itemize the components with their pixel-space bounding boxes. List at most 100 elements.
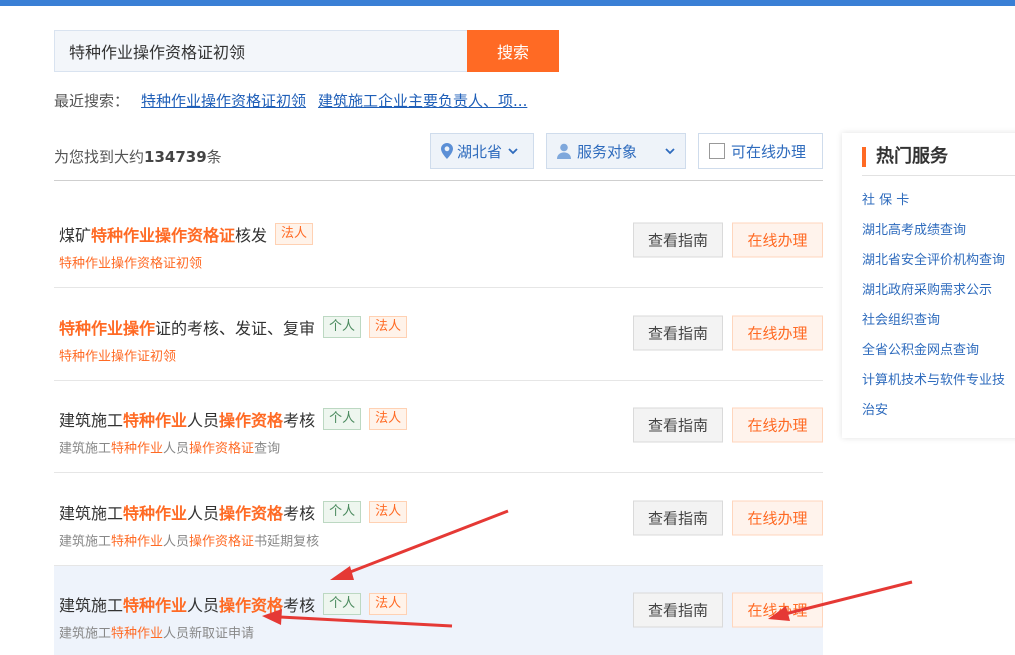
result-title-segment: 人员 (187, 411, 220, 430)
view-guide-button[interactable]: 查看指南 (633, 407, 723, 443)
hot-service-link[interactable]: 湖北高考成绩查询 (862, 219, 966, 238)
online-handle-button[interactable]: 在线办理 (732, 500, 823, 536)
search-button[interactable]: 搜索 (467, 30, 559, 72)
legal-person-tag: 法人 (369, 593, 408, 615)
result-title-segment: 煤矿 (59, 226, 92, 245)
results-divider (54, 180, 823, 181)
result-title[interactable]: 建筑施工 特种作业 人员 操作资格 考核 个人 法人 (59, 500, 408, 524)
service-target-label: 服务对象 (577, 142, 638, 161)
result-title-segment: 考核 (283, 411, 316, 430)
person-icon (557, 143, 571, 159)
recent-label: 最近搜索： (54, 92, 130, 110)
hot-service-link[interactable]: 计算机技术与软件专业技 (862, 369, 1005, 388)
region-filter[interactable]: 湖北省 (430, 133, 534, 169)
result-subtitle-segment: 书延期复核 (254, 534, 320, 550)
result-subtitle-segment: 建筑施工 (59, 626, 112, 642)
result-count-suffix: 条 (206, 148, 222, 166)
result-subtitle-segment: 建筑施工 (59, 441, 112, 457)
result-title-segment: 建筑施工 (59, 411, 124, 430)
result-row: 建筑施工 特种作业 人员 操作资格 考核 个人 法人 建筑施工特种作业人员操作资格证查询 查看指… (54, 381, 823, 473)
recent-searches: 最近搜索： 特种作业操作资格证初领 建筑施工企业主要负责人、项... (54, 90, 527, 111)
individual-tag: 个人 (323, 316, 362, 338)
hot-services-panel: 热门服务 社 保 卡湖北高考成绩查询湖北省安全评价机构查询 湖北政府采购需求公示社… (842, 133, 1015, 438)
view-guide-button[interactable]: 查看指南 (633, 592, 723, 628)
result-title[interactable]: 特种作业操作 证的考核、发证、复审 个人 法人 (59, 315, 408, 339)
recent-link-2[interactable]: 建筑施工企业主要负责人、项... (318, 90, 527, 111)
result-count: 为您找到大约134739条 (54, 146, 222, 167)
result-subtitle: 特种作业操作证初领 (59, 346, 176, 365)
result-subtitle-segment: 操作资格证 (189, 441, 255, 457)
legal-person-tag: 法人 (275, 223, 314, 245)
result-title-segment: 建筑施工 (59, 596, 124, 615)
result-subtitle-segment: 人员 (163, 441, 190, 457)
individual-tag: 个人 (323, 593, 362, 615)
hot-service-link[interactable]: 湖北省安全评价机构查询 (862, 249, 1005, 268)
online-handle-button[interactable]: 在线办理 (732, 222, 823, 258)
result-subtitle-segment: 查询 (254, 441, 281, 457)
hot-service-link[interactable]: 全省公积金网点查询 (862, 339, 979, 358)
result-title[interactable]: 建筑施工 特种作业 人员 操作资格 考核 个人 法人 (59, 592, 408, 616)
result-title-segment: 操作资格 (219, 411, 284, 430)
result-subtitle-segment: 特种作业 (111, 626, 164, 642)
result-subtitle-segment: 操作资格证 (189, 534, 255, 550)
result-count-number: 134739 (144, 148, 207, 166)
individual-tag: 个人 (323, 408, 362, 430)
result-title-segment: 建筑施工 (59, 504, 124, 523)
result-subtitle-segment: 特种作业 (111, 441, 164, 457)
result-subtitle-segment: 人员 (163, 534, 190, 550)
result-subtitle-segment: 特种作业操作证初领 (59, 349, 177, 365)
result-title-segment: 核发 (235, 226, 268, 245)
view-guide-button[interactable]: 查看指南 (633, 222, 723, 258)
chevron-down-icon (508, 148, 518, 155)
hot-services-title: 热门服务 (862, 147, 948, 167)
result-subtitle: 建筑施工特种作业人员操作资格证查询 (59, 438, 280, 457)
result-row: 建筑施工 特种作业 人员 操作资格 考核 个人 法人 建筑施工特种作业人员新取证申请 查看指南在… (54, 566, 823, 655)
location-pin-icon (441, 143, 453, 159)
chevron-down-icon (665, 148, 675, 155)
online-filter-checkbox[interactable] (709, 143, 725, 159)
result-subtitle-segment: 特种作业 (111, 534, 164, 550)
result-title-segment: 特种作业操作 (59, 319, 156, 338)
individual-tag: 个人 (323, 501, 362, 523)
result-title-segment: 特种作业 (123, 596, 188, 615)
result-row: 煤矿 特种作业操作资格证 核发 法人特种作业操作资格证初领 查看指南 在线办理 (54, 196, 823, 288)
result-title[interactable]: 煤矿 特种作业操作资格证 核发 法人 (59, 222, 314, 246)
result-title-segment: 特种作业 (123, 411, 188, 430)
result-subtitle-segment: 建筑施工 (59, 534, 112, 550)
legal-person-tag: 法人 (369, 408, 408, 430)
recent-link-1[interactable]: 特种作业操作资格证初领 (141, 90, 306, 111)
legal-person-tag: 法人 (369, 316, 408, 338)
region-filter-label: 湖北省 (457, 142, 503, 161)
result-subtitle: 特种作业操作资格证初领 (59, 253, 202, 272)
online-handle-button[interactable]: 在线办理 (732, 592, 823, 628)
view-guide-button[interactable]: 查看指南 (633, 315, 723, 351)
online-handle-button[interactable]: 在线办理 (732, 315, 823, 351)
legal-person-tag: 法人 (369, 501, 408, 523)
online-filter[interactable]: 可在线办理 (698, 133, 823, 169)
result-count-prefix: 为您找到大约 (54, 148, 145, 166)
service-target-filter[interactable]: 服务对象 (546, 133, 686, 169)
result-title-segment: 考核 (283, 596, 316, 615)
result-subtitle-segment: 特种作业操作资格证初领 (59, 256, 203, 272)
online-handle-button[interactable]: 在线办理 (732, 407, 823, 443)
online-filter-label: 可在线办理 (731, 142, 807, 161)
hot-service-link[interactable]: 湖北政府采购需求公示 (862, 279, 992, 298)
result-row: 特种作业操作 证的考核、发证、复审 个人 法人特种作业操作证初领 查看指南 在线办理 (54, 289, 823, 381)
result-title-segment: 特种作业 (123, 504, 188, 523)
hot-service-link[interactable]: 社会组织查询 (862, 309, 940, 328)
result-subtitle-segment: 人员新取证申请 (163, 626, 255, 642)
hot-service-link[interactable]: 社 保 卡 (862, 189, 909, 208)
result-title-segment: 人员 (187, 596, 220, 615)
result-title-segment: 操作资格 (219, 596, 284, 615)
result-subtitle: 建筑施工特种作业人员新取证申请 (59, 623, 254, 642)
hot-service-link[interactable]: 治安 (862, 399, 888, 418)
result-title-segment: 操作资格 (219, 504, 284, 523)
result-title-segment: 特种作业操作资格证 (91, 226, 236, 245)
result-title[interactable]: 建筑施工 特种作业 人员 操作资格 考核 个人 法人 (59, 407, 408, 431)
result-subtitle: 建筑施工特种作业人员操作资格证书延期复核 (59, 531, 319, 550)
result-title-segment: 证的考核、发证、复审 (155, 319, 316, 338)
hot-services-divider (862, 175, 1015, 176)
view-guide-button[interactable]: 查看指南 (633, 500, 723, 536)
result-row: 建筑施工 特种作业 人员 操作资格 考核 个人 法人 建筑施工特种作业人员操作资格证书延期复核… (54, 474, 823, 566)
search-input[interactable] (55, 31, 468, 71)
